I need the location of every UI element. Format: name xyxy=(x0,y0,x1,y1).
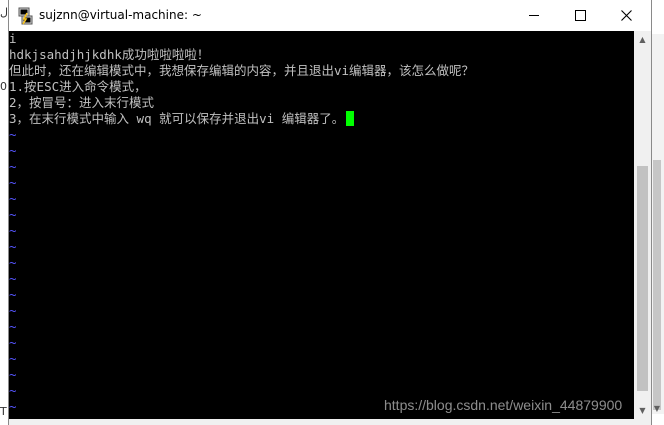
tilde-marker: ~ xyxy=(9,223,17,238)
tilde-marker: ~ xyxy=(9,383,17,398)
terminal-screen[interactable]: i hdkjsahdjhjkdhk成功啦啦啦啦！ 但此时，还在编辑模式中，我想保… xyxy=(9,31,634,419)
tilde-marker: ~ xyxy=(9,127,17,142)
putty-terminal-icon xyxy=(18,7,33,25)
tilde-marker: ~ xyxy=(9,239,17,254)
terminal-line-text: 3，在末行模式中输入 wq 就可以保存并退出vi 编辑器了。 xyxy=(9,111,345,126)
close-button[interactable] xyxy=(603,0,649,31)
background-scrollbar-thumb[interactable] xyxy=(653,160,661,410)
tilde-marker: ~ xyxy=(9,207,17,222)
scrollbar-thumb[interactable] xyxy=(637,166,648,391)
background-window-right: ▼ xyxy=(650,0,664,425)
window-bottom-edge xyxy=(9,419,651,425)
tilde-marker: ~ xyxy=(9,367,17,382)
watermark: https://blog.csdn.net/weixin_44879900 xyxy=(384,397,623,413)
tilde-marker: ~ xyxy=(9,287,17,302)
tilde-marker: ~ xyxy=(9,143,17,158)
tilde-marker: ~ xyxy=(9,175,17,190)
maximize-button[interactable] xyxy=(557,0,603,31)
tilde-marker: ~ xyxy=(9,351,17,366)
tilde-marker: ~ xyxy=(9,191,17,206)
tilde-marker: ~ xyxy=(9,319,17,334)
minimize-button[interactable] xyxy=(511,0,557,31)
terminal-line: 但此时，还在编辑模式中，我想保存编辑的内容，并且退出vi编辑器，该怎么做呢？ xyxy=(9,63,475,78)
vertical-scrollbar[interactable]: ▲ ▼ xyxy=(634,31,651,419)
text-cursor xyxy=(346,111,355,126)
tilde-marker: ~ xyxy=(9,399,17,414)
tilde-marker: ~ xyxy=(9,271,17,286)
background-text: 0 xyxy=(0,80,7,93)
maximize-icon xyxy=(574,10,586,21)
tilde-marker: ~ xyxy=(9,159,17,174)
terminal-line-with-cursor: 3，在末行模式中输入 wq 就可以保存并退出vi 编辑器了。 xyxy=(9,111,355,127)
terminal-line: i xyxy=(9,31,17,46)
background-scroll-down-icon[interactable]: ▼ xyxy=(650,404,664,416)
tilde-marker: ~ xyxy=(9,335,17,350)
window-title: sujznn@virtual-machine: ~ xyxy=(39,8,202,22)
minimize-icon xyxy=(529,15,539,16)
terminal-line: hdkjsahdjhjkdhk成功啦啦啦啦！ xyxy=(9,47,210,62)
close-icon xyxy=(620,10,632,21)
scroll-down-icon[interactable]: ▼ xyxy=(634,402,651,419)
background-text: ل xyxy=(0,6,8,19)
terminal-window: sujznn@virtual-machine: ~ i hdkjsahdjhjk… xyxy=(8,0,652,425)
tilde-marker: ~ xyxy=(9,303,17,318)
scroll-up-icon[interactable]: ▲ xyxy=(634,31,651,48)
background-text: T xyxy=(0,405,7,418)
terminal-line: 2，按冒号：进入末行模式 xyxy=(9,95,155,110)
title-bar[interactable]: sujznn@virtual-machine: ~ xyxy=(9,0,651,31)
terminal-line: 1.按ESC进入命令模式， xyxy=(9,79,147,94)
tilde-marker: ~ xyxy=(9,255,17,270)
